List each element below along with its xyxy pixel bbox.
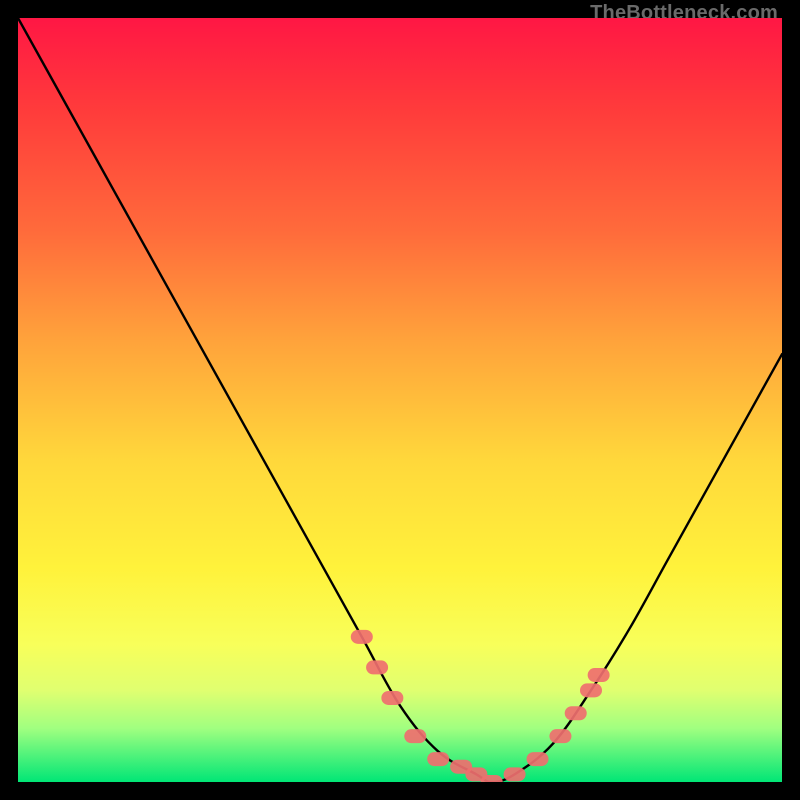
plot-area (18, 18, 782, 782)
curve-line (18, 18, 782, 782)
curve-svg (18, 18, 782, 782)
chart-container: TheBottleneck.com (0, 0, 800, 800)
marker-dots (351, 630, 610, 782)
